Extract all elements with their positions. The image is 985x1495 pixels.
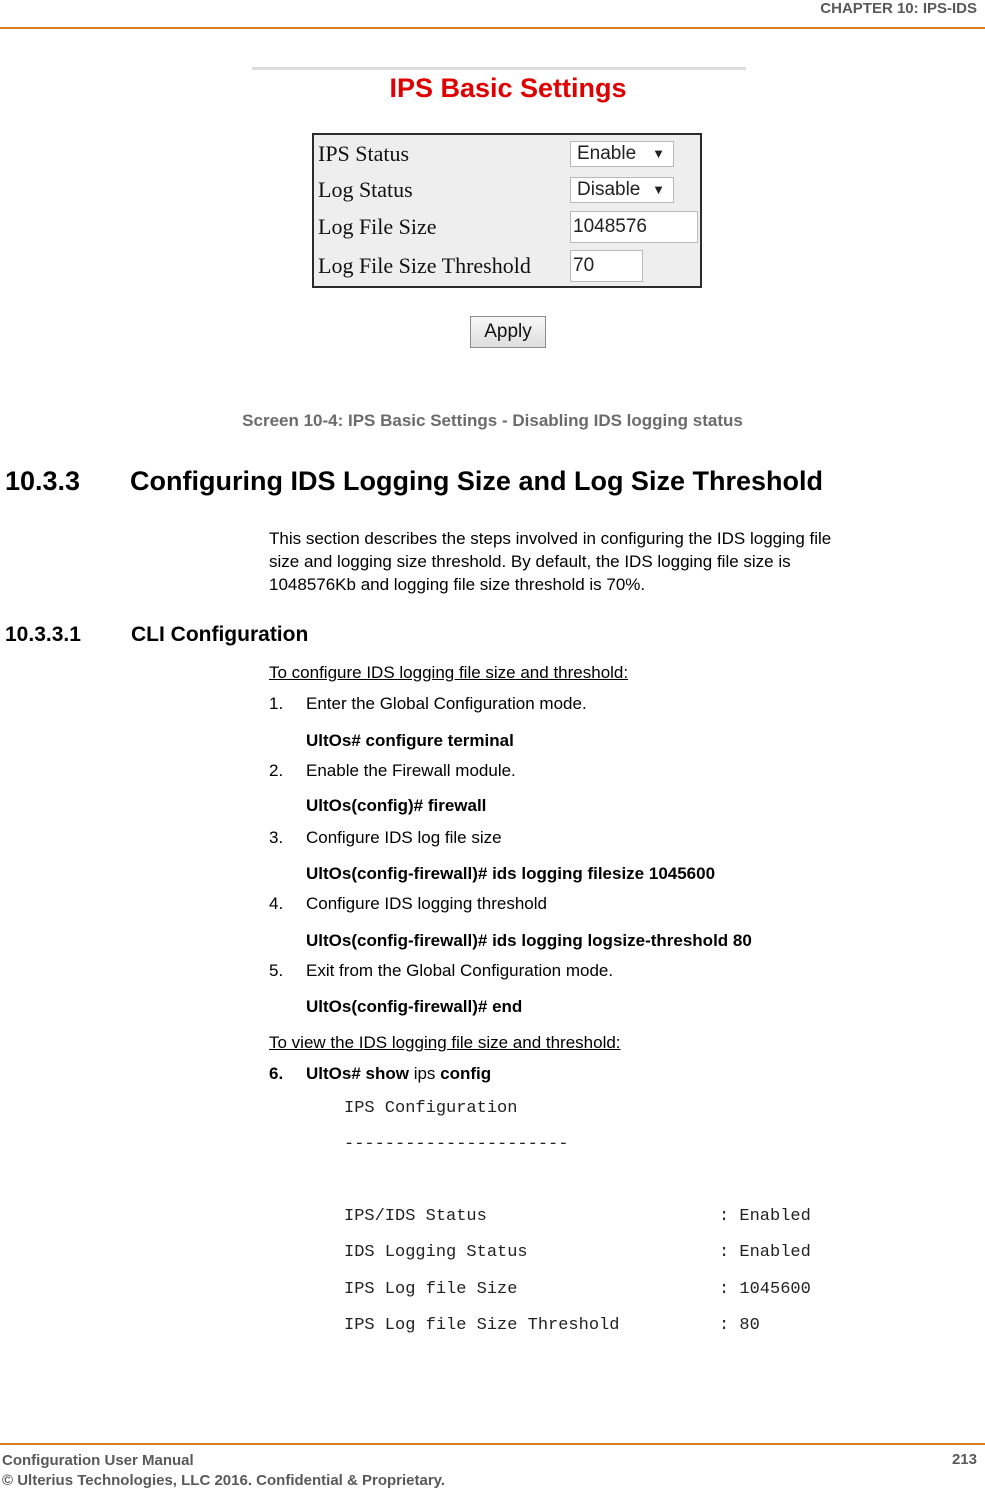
step-2: 2. Enable the Firewall module. <box>269 761 516 781</box>
step-4-command: UltOs(config-firewall)# ids logging logs… <box>306 931 752 950</box>
subsection-heading: 10.3.3.1 CLI Configuration <box>5 623 308 647</box>
step-3: 3. Configure IDS log file size <box>269 828 502 848</box>
figure-top-divider <box>252 67 746 70</box>
output-value: 1045600 <box>739 1280 811 1299</box>
output-key: IPS/IDS Status <box>344 1207 487 1226</box>
step-text: Enter the Global Configuration mode. <box>306 694 587 713</box>
output-row: IPS/IDS Status: Enabled <box>344 1207 811 1226</box>
output-row: IPS Log file Size: 1045600 <box>344 1280 811 1299</box>
footer-left: Configuration User Manual © Ulterius Tec… <box>2 1451 445 1491</box>
command-bold: UltOs# show <box>306 1064 409 1083</box>
paragraph-line: size and logging size threshold. By defa… <box>269 552 791 571</box>
section-number: 10.3.3 <box>5 466 81 496</box>
ips-status-value: Enable <box>577 143 637 164</box>
section-paragraph: This section describes the steps involve… <box>269 527 969 596</box>
subsection-title: CLI Configuration <box>131 623 309 646</box>
figure-title: IPS Basic Settings <box>389 73 627 103</box>
log-file-size-input[interactable]: 1048576 <box>570 211 698 243</box>
footer-copyright: © Ulterius Technologies, LLC 2016. Confi… <box>2 1472 446 1489</box>
step-text: Exit from the Global Configuration mode. <box>306 961 614 980</box>
apply-button[interactable]: Apply <box>470 316 546 348</box>
settings-form: IPS Status Enable ▼ Log Status Disable ▼… <box>312 133 702 288</box>
step-number: 3. <box>269 828 284 847</box>
step-number: 6. <box>269 1064 284 1083</box>
step-number: 4. <box>269 894 284 913</box>
log-status-label: Log Status <box>318 177 413 202</box>
section-heading: 10.3.3 Configuring IDS Logging Size and L… <box>5 466 823 497</box>
log-file-size-label: Log File Size <box>318 214 437 239</box>
footer-manual-title: Configuration User Manual <box>2 1452 194 1469</box>
output-value: 80 <box>739 1316 760 1335</box>
command-plain: ips <box>408 1064 441 1083</box>
step-3-command: UltOs(config-firewall)# ids logging file… <box>306 864 716 883</box>
ips-settings-screenshot: IPS Basic Settings IPS Status Enable ▼ L… <box>252 67 746 357</box>
view-procedure-title: To view the IDS logging file size and th… <box>269 1033 621 1052</box>
section-title: Configuring IDS Logging Size and Log Siz… <box>130 466 823 496</box>
header-divider <box>0 27 985 29</box>
step-text: Configure IDS log file size <box>306 828 502 847</box>
page-number: 213 <box>951 1451 977 1468</box>
step-number: 2. <box>269 761 284 780</box>
step-4: 4. Configure IDS logging threshold <box>269 894 547 914</box>
output-key: IPS Log file Size <box>344 1280 518 1299</box>
command-bold: config <box>440 1064 492 1083</box>
configure-procedure-title: To configure IDS logging file size and t… <box>269 663 629 682</box>
step-text: Configure IDS logging threshold <box>306 894 547 913</box>
output-row: IDS Logging Status: Enabled <box>344 1243 811 1262</box>
output-row: IPS Log file Size Threshold: 80 <box>344 1316 760 1335</box>
step-text: Enable the Firewall module. <box>306 761 516 780</box>
output-separator: ---------------------- <box>344 1135 569 1154</box>
log-status-select[interactable]: Disable ▼ <box>570 177 674 203</box>
output-value: Enabled <box>739 1207 811 1226</box>
step-6: 6. UltOs# show ips config <box>269 1064 491 1084</box>
ips-status-select[interactable]: Enable ▼ <box>570 141 674 167</box>
subsection-number: 10.3.3.1 <box>5 623 81 646</box>
step-1: 1. Enter the Global Configuration mode. <box>269 694 587 714</box>
step-5: 5. Exit from the Global Configuration mod… <box>269 961 613 981</box>
step-1-command: UltOs# configure terminal <box>306 731 514 750</box>
output-value: Enabled <box>739 1243 811 1262</box>
log-file-size-threshold-label: Log File Size Threshold <box>318 253 531 278</box>
figure-caption: Screen 10-4: IPS Basic Settings - Disabl… <box>242 411 743 430</box>
step-5-command: UltOs(config-firewall)# end <box>306 997 523 1016</box>
dropdown-arrow-icon: ▼ <box>652 182 665 197</box>
step-number: 5. <box>269 961 284 980</box>
log-file-size-threshold-input[interactable]: 70 <box>570 250 643 282</box>
output-key: IDS Logging Status <box>344 1243 528 1262</box>
paragraph-line: 1048576Kb and logging file size threshol… <box>269 575 646 594</box>
output-key: IPS Log file Size Threshold <box>344 1316 620 1335</box>
ips-status-label: IPS Status <box>318 141 410 166</box>
chapter-header: CHAPTER 10: IPS-IDS <box>820 0 977 17</box>
footer-divider <box>0 1443 985 1445</box>
output-title: IPS Configuration <box>344 1099 518 1118</box>
log-status-value: Disable <box>577 179 641 200</box>
step-number: 1. <box>269 694 284 713</box>
step-2-command: UltOs(config)# firewall <box>306 796 487 815</box>
dropdown-arrow-icon: ▼ <box>652 146 665 161</box>
paragraph-line: This section describes the steps involve… <box>269 529 832 548</box>
